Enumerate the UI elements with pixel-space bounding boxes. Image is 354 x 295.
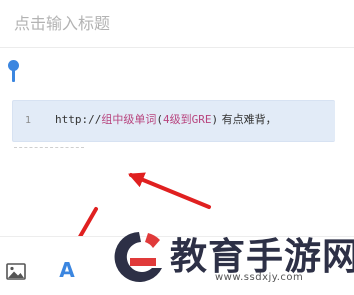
title-input[interactable] <box>14 10 334 36</box>
code-block[interactable]: 1 http://组中级单词(4级到GRE) 有点难背， <box>12 100 335 142</box>
watermark-logo-icon <box>114 232 162 282</box>
line-number: 1 <box>25 115 32 126</box>
text-selection-underline <box>14 147 84 148</box>
font-format-button[interactable]: A <box>53 257 81 283</box>
image-icon <box>6 262 26 280</box>
text-cursor-handle[interactable] <box>8 60 20 84</box>
annotation-arrow-code <box>128 172 211 209</box>
font-format-icon: A <box>59 258 75 282</box>
code-token-1: 组中级单词 <box>101 113 157 126</box>
code-token-scheme: http:// <box>55 113 102 126</box>
watermark-url: www.ssdxjy.com <box>215 272 304 283</box>
watermark: 教育手游网 www.ssdxjy.com <box>108 222 354 294</box>
title-divider <box>0 47 354 48</box>
cursor-handle-stem <box>12 69 15 82</box>
insert-image-button[interactable] <box>5 261 27 281</box>
code-token-5: 有点难背， <box>218 113 277 126</box>
code-token-2: ( <box>156 113 163 126</box>
code-token-3: 4级到GRE <box>162 113 212 126</box>
code-line: 1 http://组中级单词(4级到GRE) 有点难背， <box>13 112 277 129</box>
